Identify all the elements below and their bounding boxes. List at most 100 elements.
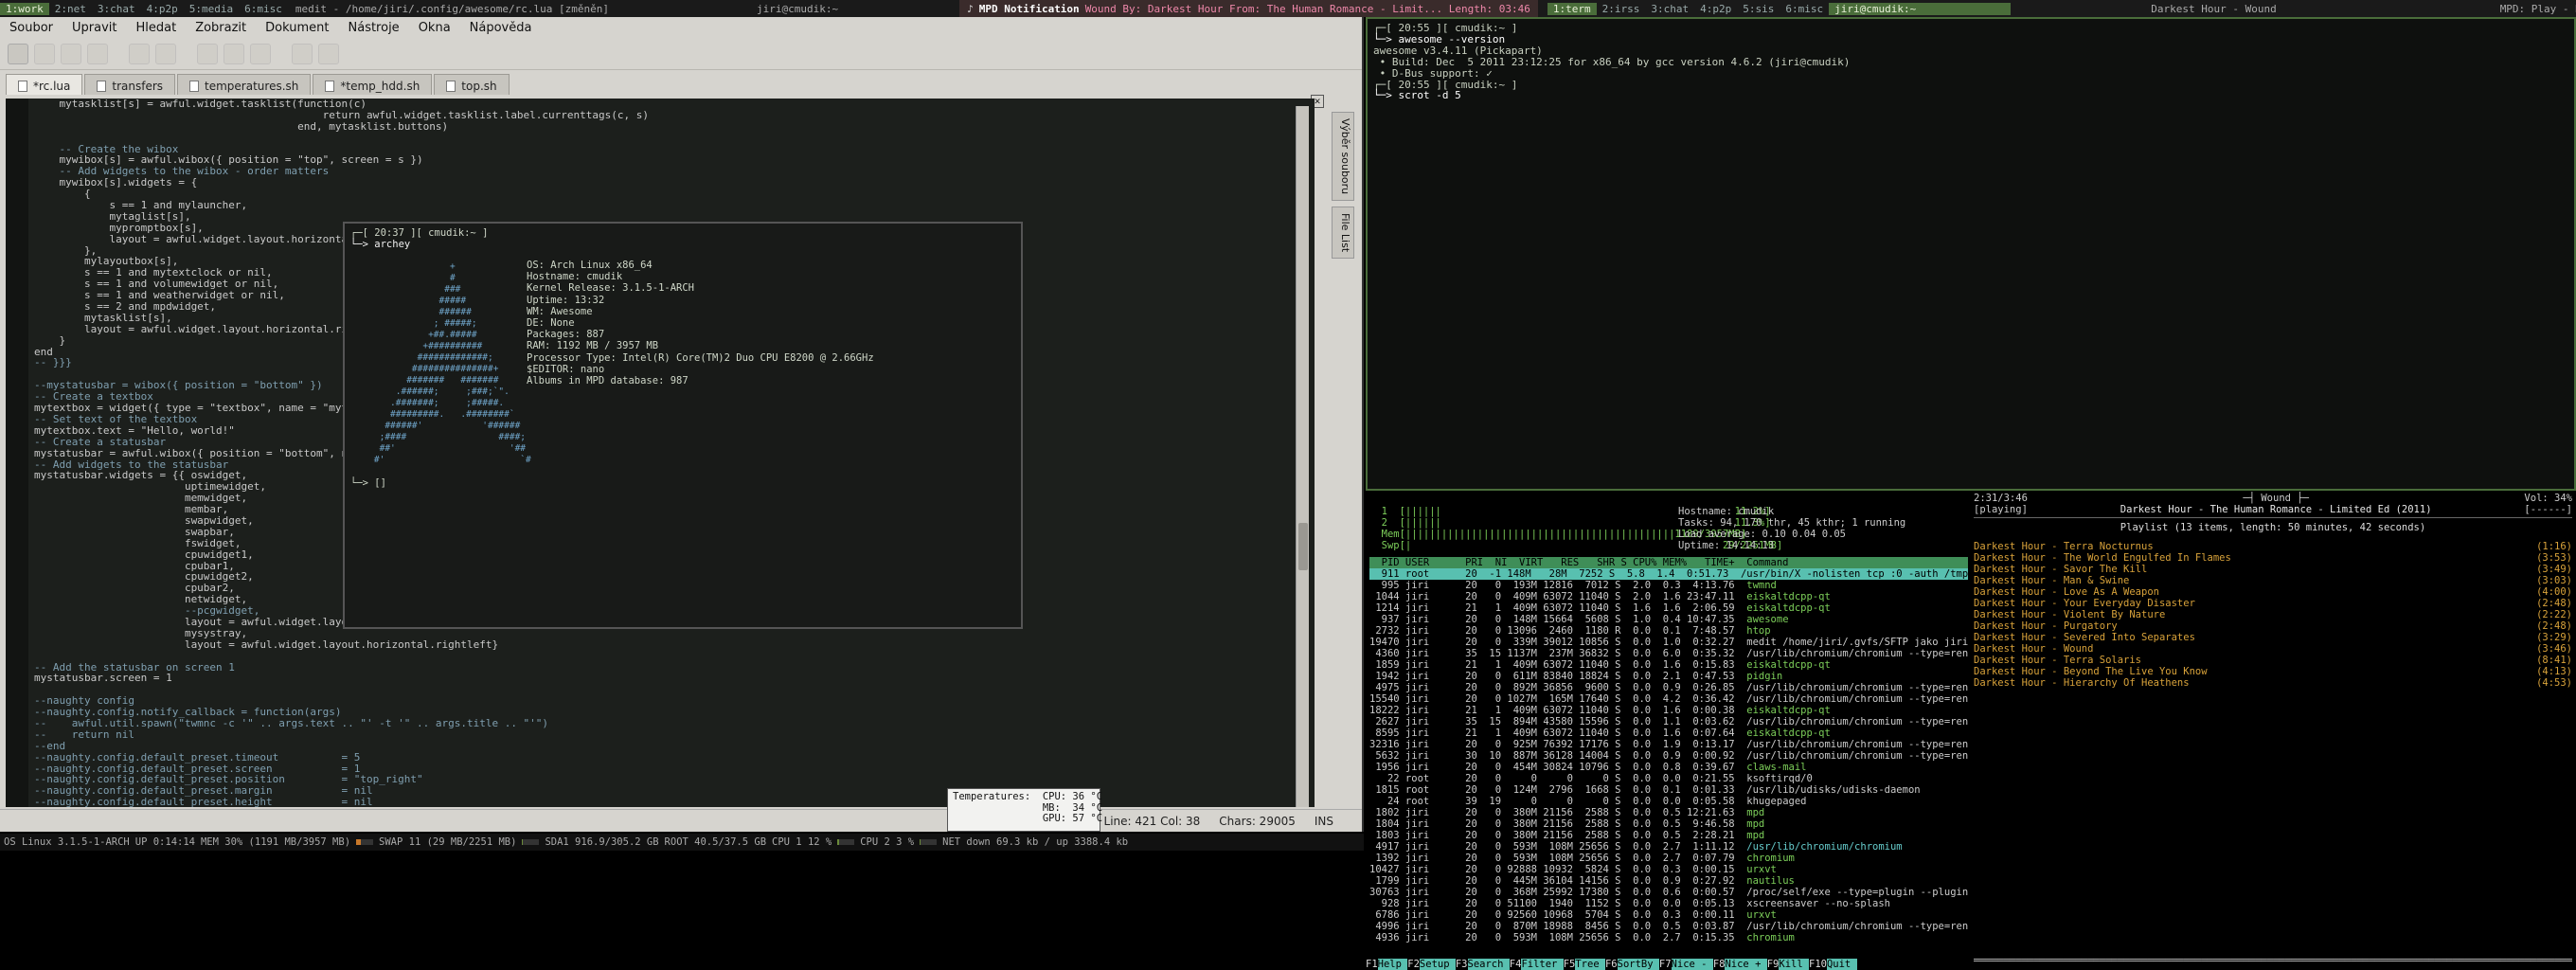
- process-row[interactable]: 15540 jiri 20 0 1027M 165M 17640 S 0.0 4…: [1369, 693, 1968, 705]
- playlist-track[interactable]: Darkest Hour - Purgatory (2:48): [1974, 620, 2572, 632]
- process-row[interactable]: 1942 jiri 20 0 611M 83840 18824 S 0.0 2.…: [1369, 671, 1968, 682]
- process-row[interactable]: 1044 jiri 20 0 409M 63072 11040 S 2.0 1.…: [1369, 591, 1968, 602]
- process-row[interactable]: 1804 jiri 20 0 380M 21156 2588 S 0.0 0.5…: [1369, 818, 1968, 830]
- process-row[interactable]: 911 root 20 -1 148M 28M 7252 S 5.8 1.4 0…: [1369, 568, 1968, 580]
- fkey-f3[interactable]: F3: [1455, 959, 1468, 970]
- new-file-icon[interactable]: [8, 43, 28, 64]
- menu-zobrazit[interactable]: Zobrazit: [186, 21, 256, 35]
- process-row[interactable]: 937 jiri 20 0 148M 15664 5608 S 1.0 0.4 …: [1369, 614, 1968, 625]
- undo-icon[interactable]: [129, 43, 150, 64]
- tab--temp-hdd-sh[interactable]: *temp_hdd.sh: [313, 74, 433, 95]
- process-row[interactable]: 4936 jiri 20 0 593M 108M 25656 S 0.0 2.7…: [1369, 932, 1968, 943]
- side-tab[interactable]: File List: [1332, 207, 1354, 260]
- process-row[interactable]: 1815 root 20 0 124M 2796 1668 S 0.0 0.1 …: [1369, 784, 1968, 796]
- menu-dokument[interactable]: Dokument: [256, 21, 338, 35]
- fkey-f4[interactable]: F4: [1509, 959, 1522, 970]
- replace-icon[interactable]: [318, 43, 339, 64]
- save-file-icon[interactable]: [61, 43, 81, 64]
- tag-screen2-term[interactable]: 1:term: [1547, 2, 1597, 15]
- process-row[interactable]: 2627 jiri 35 15 894M 43580 15596 S 0.0 1…: [1369, 716, 1968, 728]
- ncmpcpp-panel[interactable]: 2:31/3:46 ─┤ Wound ├─ Vol: 34% [playing]…: [1970, 493, 2576, 970]
- find-icon[interactable]: [292, 43, 313, 64]
- process-table-header[interactable]: PID USER PRI NI VIRT RES SHR S CPU% MEM%…: [1369, 557, 1968, 568]
- fkey-f10[interactable]: F10: [1809, 959, 1827, 970]
- playlist-track[interactable]: Darkest Hour - Your Everyday Disaster (2:…: [1974, 598, 2572, 609]
- menu-hledat[interactable]: Hledat: [126, 21, 186, 35]
- cut-icon[interactable]: [197, 43, 218, 64]
- playlist-track[interactable]: Darkest Hour - Man & Swine (3:03): [1974, 575, 2572, 586]
- fkey-action-nice[interactable]: Nice +: [1725, 959, 1767, 970]
- tag-work[interactable]: 1:work: [0, 2, 49, 15]
- fkey-f5[interactable]: F5: [1563, 959, 1576, 970]
- focused-window-title-screen2[interactable]: Darkest Hour - Wound: [2143, 3, 2283, 15]
- copy-icon[interactable]: [224, 43, 244, 64]
- process-row[interactable]: 2732 jiri 20 0 13096 2460 1180 R 0.0 0.1…: [1369, 625, 1968, 637]
- htop-panel[interactable]: 1 [|||||| 11.2%] 2 [|||||| 11.3%] Mem[||…: [1366, 493, 1968, 970]
- playlist-track[interactable]: Darkest Hour - Violent By Nature (2:22): [1974, 609, 2572, 620]
- terminal-awesome-version[interactable]: ┌─[ 20:55 ][ cmudik:~ ] └─> awesome --ver…: [1366, 17, 2576, 491]
- volume-level[interactable]: Vol: 34%: [2524, 493, 2572, 504]
- menu-upravit[interactable]: Upravit: [63, 21, 126, 35]
- process-row[interactable]: 5632 jiri 30 10 887M 36128 14004 S 0.0 0…: [1369, 750, 1968, 762]
- process-row[interactable]: 4996 jiri 20 0 870M 18988 8456 S 0.0 0.5…: [1369, 921, 1968, 932]
- playlist-track[interactable]: Darkest Hour - Terra Solaris (8:41): [1974, 655, 2572, 666]
- playlist-track[interactable]: Darkest Hour - Wound (3:46): [1974, 643, 2572, 655]
- fkey-f7[interactable]: F7: [1658, 959, 1672, 970]
- process-row[interactable]: 1956 jiri 20 0 454M 30824 10796 S 0.0 0.…: [1369, 762, 1968, 773]
- process-row[interactable]: 30763 jiri 20 0 368M 25992 17380 S 0.0 0…: [1369, 887, 1968, 898]
- playback-progress[interactable]: ════════════════════════════════════════…: [1974, 955, 2572, 966]
- playlist-track[interactable]: Darkest Hour - Savor The Kill (3:49): [1974, 564, 2572, 575]
- tag-media[interactable]: 5:media: [184, 3, 239, 15]
- tag-screen2-sis[interactable]: 5:sis: [1737, 3, 1780, 15]
- process-row[interactable]: 19470 jiri 20 0 339M 39012 10856 S 0.0 1…: [1369, 637, 1968, 648]
- menu-soubor[interactable]: Soubor: [0, 21, 63, 35]
- tag-misc[interactable]: 6:misc: [239, 3, 288, 15]
- playlist-track[interactable]: Darkest Hour - Terra Nocturnus (1:16): [1974, 541, 2572, 552]
- process-row[interactable]: 4917 jiri 20 0 593M 108M 25656 S 0.0 2.7…: [1369, 841, 1968, 853]
- process-row[interactable]: 24 root 39 19 0 0 0 S 0.0 0.0 0:05.58 kh…: [1369, 796, 1968, 807]
- process-row[interactable]: 18222 jiri 21 1 409M 63072 11040 S 0.0 1…: [1369, 705, 1968, 716]
- fkey-action-filter[interactable]: Filter: [1521, 959, 1564, 970]
- menu-nápověda[interactable]: Nápověda: [460, 21, 542, 35]
- fkey-action-help[interactable]: Help: [1377, 959, 1408, 970]
- tag-net[interactable]: 2:net: [49, 3, 92, 15]
- playlist-track[interactable]: Darkest Hour - Love As A Weapon (4:00): [1974, 586, 2572, 598]
- tab-transfers[interactable]: transfers: [84, 74, 176, 95]
- open-file-icon[interactable]: [34, 43, 55, 64]
- fkey-action-kill[interactable]: Kill: [1779, 959, 1809, 970]
- fkey-action-sortby[interactable]: SortBy: [1617, 959, 1659, 970]
- playlist-track[interactable]: Darkest Hour - Beyond The Live You Know (…: [1974, 666, 2572, 677]
- process-row[interactable]: 1859 jiri 21 1 409M 63072 11040 S 0.0 1.…: [1369, 659, 1968, 671]
- fkey-action-search[interactable]: Search: [1467, 959, 1510, 970]
- playlist-track[interactable]: Darkest Hour - Severed Into Separates (3:…: [1974, 632, 2572, 643]
- fkey-f8[interactable]: F8: [1712, 959, 1726, 970]
- side-tab[interactable]: Výběr souboru: [1332, 112, 1354, 202]
- process-row[interactable]: 32316 jiri 20 0 925M 76392 17176 S 0.0 1…: [1369, 739, 1968, 750]
- process-row[interactable]: 4360 jiri 35 15 1137M 237M 36832 S 0.0 6…: [1369, 648, 1968, 659]
- process-row[interactable]: 1802 jiri 20 0 380M 21156 2588 S 0.0 0.5…: [1369, 807, 1968, 818]
- playlist-track[interactable]: Darkest Hour - Hierarchy Of Heathens (4:5…: [1974, 677, 2572, 689]
- fkey-f9[interactable]: F9: [1766, 959, 1780, 970]
- fkey-action-tree[interactable]: Tree: [1575, 959, 1605, 970]
- tag-screen2-p2p[interactable]: 4:p2p: [1694, 3, 1737, 15]
- menu-nástroje[interactable]: Nástroje: [339, 21, 409, 35]
- process-row[interactable]: 1799 jiri 20 0 445M 36104 14156 S 0.0 0.…: [1369, 875, 1968, 887]
- process-row[interactable]: 10427 jiri 20 0 92888 10932 5824 S 0.0 0…: [1369, 864, 1968, 875]
- tab-temperatures-sh[interactable]: temperatures.sh: [177, 74, 312, 95]
- menu-okna[interactable]: Okna: [409, 21, 460, 35]
- process-row[interactable]: 8595 jiri 21 1 409M 63072 11040 S 0.0 1.…: [1369, 728, 1968, 739]
- process-row[interactable]: 995 jiri 20 0 193M 12816 7012 S 2.0 0.3 …: [1369, 580, 1968, 591]
- process-row[interactable]: 1803 jiri 20 0 380M 21156 2588 S 0.0 0.5…: [1369, 830, 1968, 841]
- playlist-track[interactable]: Darkest Hour - The World Engulfed In Fla…: [1974, 552, 2572, 564]
- tag-screen2-chat[interactable]: 3:chat: [1645, 3, 1694, 15]
- process-row[interactable]: 1214 jiri 21 1 409M 63072 11040 S 1.6 1.…: [1369, 602, 1968, 614]
- process-row[interactable]: 6786 jiri 20 0 92560 10968 5704 S 0.0 0.…: [1369, 909, 1968, 921]
- tag-p2p[interactable]: 4:p2p: [141, 3, 184, 15]
- fkey-action-setup[interactable]: Setup: [1419, 959, 1456, 970]
- paste-icon[interactable]: [250, 43, 271, 64]
- fkey-f2[interactable]: F2: [1407, 959, 1420, 970]
- scrollbar-thumb[interactable]: [1298, 523, 1308, 570]
- redo-icon[interactable]: [155, 43, 176, 64]
- fkey-f6[interactable]: F6: [1604, 959, 1618, 970]
- tab--rc-lua[interactable]: *rc.lua: [6, 74, 83, 95]
